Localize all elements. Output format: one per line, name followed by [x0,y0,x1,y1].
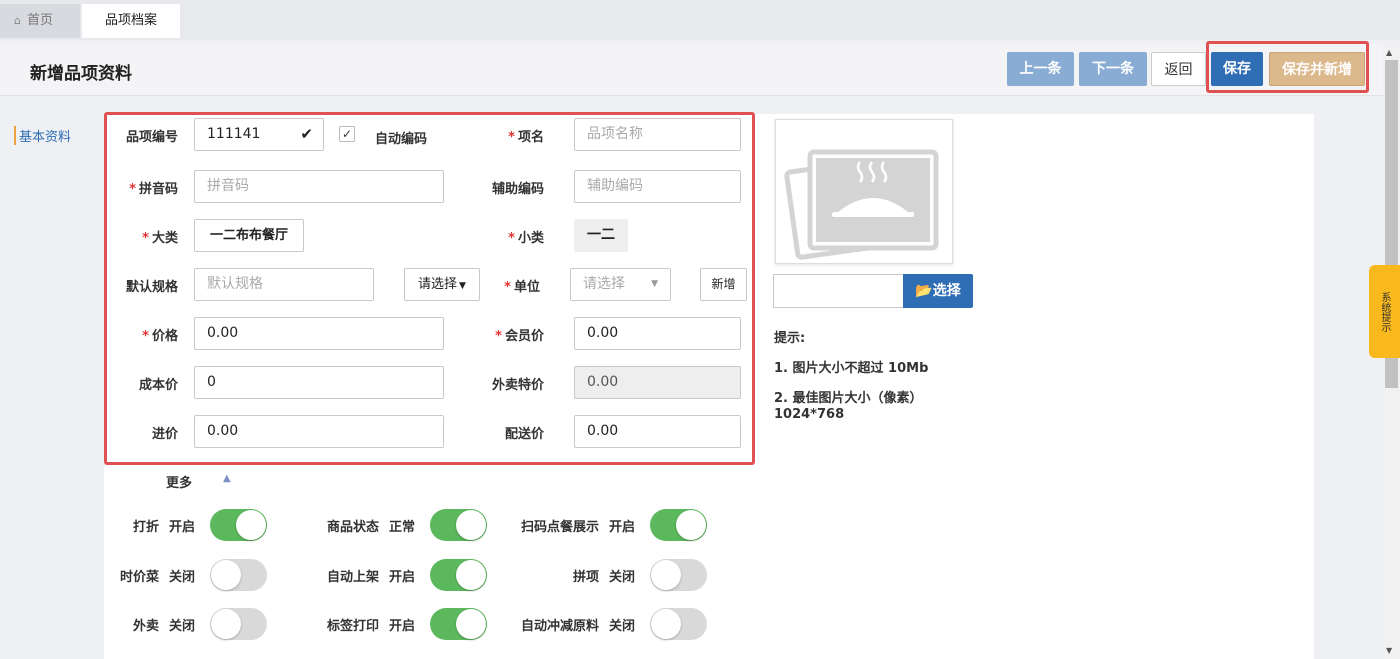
folder-icon: 📂 [915,283,933,299]
scroll-up-icon[interactable]: ▲ [1386,48,1392,57]
subcategory-value[interactable]: 一二 [574,219,628,252]
toggle-label: 时价菜 [119,570,159,585]
toggle-switch[interactable] [210,608,267,640]
purchase-price-label: 进价 [151,427,178,442]
cost-price-label: 成本价 [138,378,178,393]
toggle-knob [236,510,266,540]
tip-size-limit: 1. 图片大小不超过 10Mb [774,361,929,376]
toggle-knob [211,609,241,639]
takeout-price-input: 0.00 [574,366,741,399]
toggle-label: 商品状态 [326,520,379,535]
toggle-switch[interactable] [430,608,487,640]
unit-label: * 单位 [504,280,540,295]
price-input[interactable]: 0.00 [194,317,444,350]
auto-code-checkbox[interactable]: ✓ [339,126,355,142]
image-file-input[interactable] [773,274,904,308]
toggle-state: 开启 [169,520,196,535]
toggle-switch[interactable] [210,559,267,591]
purchase-price-input[interactable]: 0.00 [194,415,444,448]
check-icon: ✔ [300,125,313,143]
toggle-state: 关闭 [609,619,636,634]
toggle-knob [651,609,681,639]
tip-best-size: 2. 最佳图片大小（像素） [774,391,923,406]
category-selector[interactable]: 一二布布餐厅 [194,219,304,252]
toggle-state: 开启 [389,570,416,585]
back-button[interactable]: 返回 [1151,52,1206,86]
picture-icon [784,149,939,260]
code-value: 111141 [207,126,261,142]
toggle-label: 自动冲减原料 [520,619,599,634]
spec-input[interactable]: 默认规格 [194,268,374,301]
toggle-switch[interactable] [650,559,707,591]
unit-select[interactable]: 请选择 ▼ [570,268,671,301]
toggle-knob [456,510,486,540]
tab-bar: ⌂ 首页 品项档案 [0,0,1400,40]
unit-add-button[interactable]: 新增 [700,268,747,301]
home-icon: ⌂ [14,14,21,27]
pinyin-label: * 拼音码 [129,182,178,197]
auto-code-label: 自动编码 [375,132,428,147]
member-price-label: * 会员价 [495,329,544,344]
tip-best-size-value: 1024*768 [774,407,845,422]
image-placeholder [775,119,953,264]
toggle-knob [676,510,706,540]
code-input[interactable]: 111141 ✔ [194,118,324,151]
pinyin-input[interactable]: 拼音码 [194,170,444,203]
toggle-state: 关闭 [609,570,636,585]
next-button[interactable]: 下一条 [1079,52,1147,86]
chevron-down-icon: ▼ [651,279,658,289]
toggle-label: 打折 [132,520,159,535]
delivery-price-label: 配送价 [504,427,544,442]
name-input[interactable]: 品项名称 [574,118,741,151]
code-label: 品项编号 [125,130,178,145]
tab-basic-info[interactable]: 基本资料 [14,126,71,145]
spec-label: 默认规格 [125,280,178,295]
toggle-state: 正常 [389,520,416,535]
toggle-knob [456,560,486,590]
price-label: * 价格 [142,329,178,344]
caret-down-icon: ▼ [459,281,466,291]
tab-item-archive[interactable]: 品项档案 [82,4,180,38]
toggle-label: 拼项 [572,570,599,585]
toggle-switch[interactable] [430,559,487,591]
system-tip-tab[interactable]: 系统提示 [1369,265,1400,358]
toggle-state: 开启 [609,520,636,535]
choose-image-button[interactable]: 📂选择 [903,274,973,308]
toggle-label: 自动上架 [326,570,379,585]
toggle-knob [211,560,241,590]
toggle-knob [651,560,681,590]
cost-price-input[interactable]: 0 [194,366,444,399]
collapse-arrow-icon[interactable]: ▲ [223,473,231,484]
toggle-label: 扫码点餐展示 [520,520,599,535]
delivery-price-input[interactable]: 0.00 [574,415,741,448]
prev-button[interactable]: 上一条 [1007,52,1074,86]
subcategory-label: * 小类 [508,231,544,246]
toggle-state: 开启 [389,619,416,634]
toggle-label: 外卖 [132,619,159,634]
more-label: 更多 [166,476,193,491]
toggle-state: 关闭 [169,619,196,634]
tips-title: 提示: [774,331,806,346]
toggle-knob [456,609,486,639]
toggle-switch[interactable] [430,509,487,541]
save-highlight-box [1206,41,1369,93]
spec-select-button[interactable]: 请选择 ▼ [404,268,480,301]
category-label: * 大类 [142,231,178,246]
toggle-switch[interactable] [210,509,267,541]
scroll-down-icon[interactable]: ▼ [1386,646,1392,655]
aux-code-input[interactable]: 辅助编码 [574,170,741,203]
page-header: 新增品项资料 上一条 下一条 返回 保存 保存并新增 [0,44,1385,96]
tab-home-label: 首页 [26,13,53,28]
page-title: 新增品项资料 [30,64,132,84]
name-label: * 项名 [508,130,544,145]
toggle-label: 标签打印 [326,619,379,634]
aux-code-label: 辅助编码 [491,182,544,197]
takeout-price-label: 外卖特价 [491,378,544,393]
toggle-switch[interactable] [650,608,707,640]
toggle-state: 关闭 [169,570,196,585]
tab-home[interactable]: ⌂ 首页 [0,4,80,38]
toggle-switch[interactable] [650,509,707,541]
member-price-input[interactable]: 0.00 [574,317,741,350]
